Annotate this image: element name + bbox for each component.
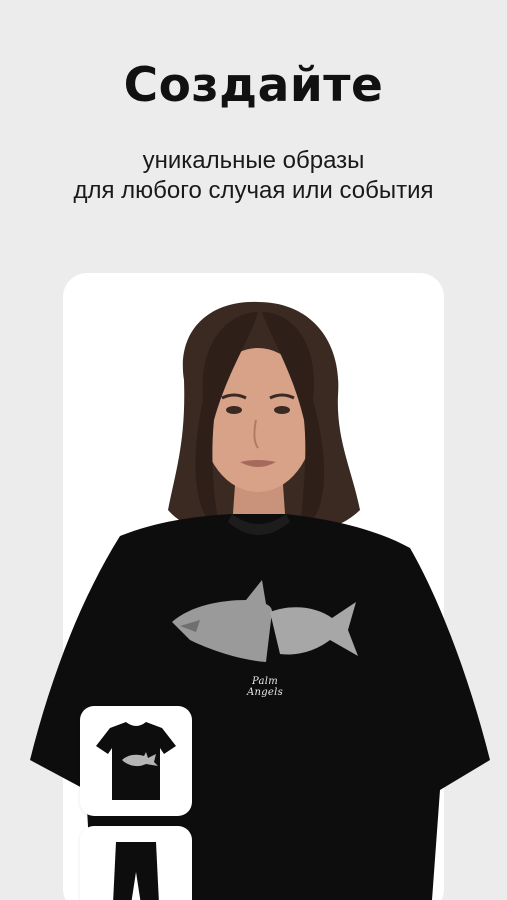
- pants-icon: [113, 842, 159, 900]
- onboarding-screen: Создайте уникальные образы для любого сл…: [0, 0, 507, 900]
- tshirt-icon: [96, 722, 176, 800]
- shirt-print-text: Palm Angels: [246, 676, 284, 698]
- subheadline: уникальные образы для любого случая или …: [0, 146, 507, 206]
- subheadline-line-1: уникальные образы: [142, 147, 365, 174]
- subheadline-line-2: для любого случая или события: [73, 177, 434, 204]
- outfit-item-pants[interactable]: [80, 826, 192, 900]
- headline: Создайте: [123, 58, 384, 113]
- outfit-item-tshirt[interactable]: [80, 706, 192, 816]
